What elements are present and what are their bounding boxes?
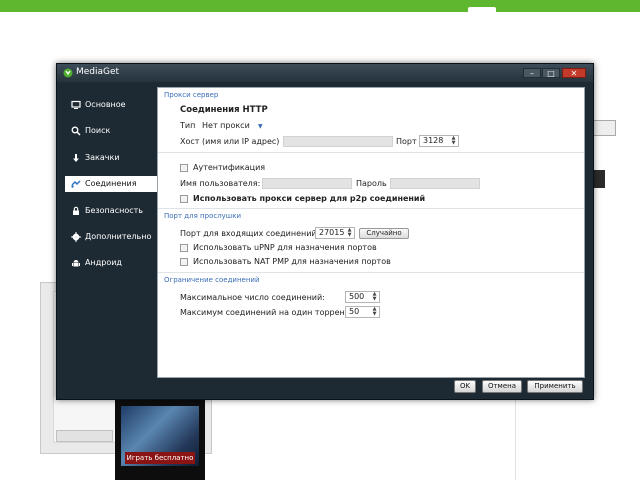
sidebar-item-label: Дополнительно [85, 232, 152, 241]
settings-panel: Прокси сервер Соединения HTTP Тип Нет пр… [157, 87, 585, 378]
stepper-arrows-icon[interactable]: ▲ ▼ [371, 292, 378, 302]
section-heading-proxy: Прокси сервер [164, 91, 219, 99]
natpmp-label: Использовать NAT PMP для назначения порт… [193, 257, 391, 266]
background-scrollbar[interactable] [56, 430, 113, 442]
sidebar-item-android[interactable]: Андроид [65, 255, 165, 271]
close-button[interactable]: ✕ [562, 68, 586, 78]
proxy-type-dropdown[interactable]: Нет прокси [202, 121, 250, 130]
per-torrent-connections-stepper[interactable]: 50 ▲ ▼ [345, 306, 380, 318]
android-icon [72, 260, 80, 267]
username-label: Имя пользователя: [180, 179, 261, 188]
random-port-button[interactable]: Случайно [359, 228, 409, 239]
sidebar-item-security[interactable]: Безопасность [65, 203, 165, 219]
proxy-port-label: Порт [396, 137, 417, 146]
site-header-bar [0, 0, 640, 15]
max-connections-value: 500 [349, 292, 365, 301]
p2p-proxy-checkbox[interactable] [180, 195, 188, 203]
game-banner[interactable]: Играть бесплатно [115, 400, 205, 480]
proxy-port-value: 3128 [423, 136, 444, 145]
header-button[interactable] [468, 7, 496, 15]
chevron-down-icon[interactable]: ▼ [258, 123, 263, 130]
sidebar-item-label: Основное [85, 100, 126, 109]
settings-window: MediaGet – □ ✕ Основное Поиск Закачки Со… [56, 63, 594, 400]
per-torrent-connections-label: Максимум соединений на один торрент: [180, 308, 353, 317]
incoming-port-label: Порт для входящих соединений: [180, 229, 320, 238]
settings-sidebar: Основное Поиск Закачки Соединения Безопа… [57, 82, 157, 382]
stepper-arrows-icon[interactable]: ▲ ▼ [450, 136, 457, 146]
proxy-port-stepper[interactable]: 3128 ▲ ▼ [419, 135, 459, 147]
sidebar-item-label: Закачки [85, 153, 120, 162]
connection-icon [71, 180, 81, 188]
section-heading-listen-port: Порт для прослушки [164, 212, 241, 220]
sidebar-item-label: Поиск [85, 126, 111, 135]
download-arrow-icon [73, 154, 79, 162]
window-title: MediaGet [76, 67, 120, 77]
proxy-type-label: Тип [180, 121, 196, 130]
search-icon [71, 126, 81, 136]
stepper-arrows-icon[interactable]: ▲ ▼ [371, 307, 378, 317]
sidebar-item-connections[interactable]: Соединения [65, 176, 157, 192]
max-connections-label: Максимальное число соединений: [180, 293, 325, 302]
title-bar[interactable]: MediaGet – □ ✕ [57, 64, 593, 82]
upnp-checkbox[interactable] [180, 244, 188, 252]
sidebar-item-label: Соединения [85, 179, 137, 188]
per-torrent-connections-value: 50 [349, 307, 360, 316]
cancel-button[interactable]: Отмена [482, 380, 522, 393]
proxy-host-label: Хост (имя или IP адрес) [180, 137, 280, 146]
sidebar-item-search[interactable]: Поиск [65, 123, 165, 139]
gear-icon [71, 232, 81, 242]
monitor-icon [71, 100, 81, 109]
max-connections-stepper[interactable]: 500 ▲ ▼ [345, 291, 380, 303]
maximize-button[interactable]: □ [542, 68, 560, 78]
divider [158, 208, 584, 209]
sidebar-item-general[interactable]: Основное [65, 97, 165, 113]
sidebar-item-advanced[interactable]: Дополнительно [65, 229, 165, 245]
p2p-proxy-label: Использовать прокси сервер для p2p соеди… [193, 194, 426, 203]
http-connections-heading: Соединения HTTP [180, 105, 268, 115]
natpmp-checkbox[interactable] [180, 258, 188, 266]
proxy-host-input[interactable] [283, 136, 393, 147]
divider [158, 272, 584, 273]
incoming-port-stepper[interactable]: 27015 ▲ ▼ [315, 227, 355, 239]
section-heading-connection-limits: Ограничение соединений [164, 276, 260, 284]
apply-button[interactable]: Применить [527, 380, 583, 393]
username-input[interactable] [262, 178, 352, 189]
stepper-arrows-icon[interactable]: ▲ ▼ [346, 228, 353, 238]
upnp-label: Использовать uPNP для назначения портов [193, 243, 377, 252]
auth-checkbox[interactable] [180, 164, 188, 172]
minimize-button[interactable]: – [523, 68, 541, 78]
sidebar-item-downloads[interactable]: Закачки [65, 150, 165, 166]
background-divider [515, 398, 516, 480]
play-free-button[interactable]: Играть бесплатно [125, 452, 195, 464]
password-input[interactable] [390, 178, 480, 189]
sidebar-item-label: Андроид [85, 258, 122, 267]
sidebar-item-label: Безопасность [85, 206, 143, 215]
password-label: Пароль [356, 179, 387, 188]
auth-label: Аутентификация [193, 163, 266, 172]
lock-icon [73, 206, 79, 215]
divider [158, 152, 584, 153]
mediaget-logo-icon [63, 68, 73, 78]
incoming-port-value: 27015 [319, 228, 345, 237]
ok-button[interactable]: OK [454, 380, 476, 393]
